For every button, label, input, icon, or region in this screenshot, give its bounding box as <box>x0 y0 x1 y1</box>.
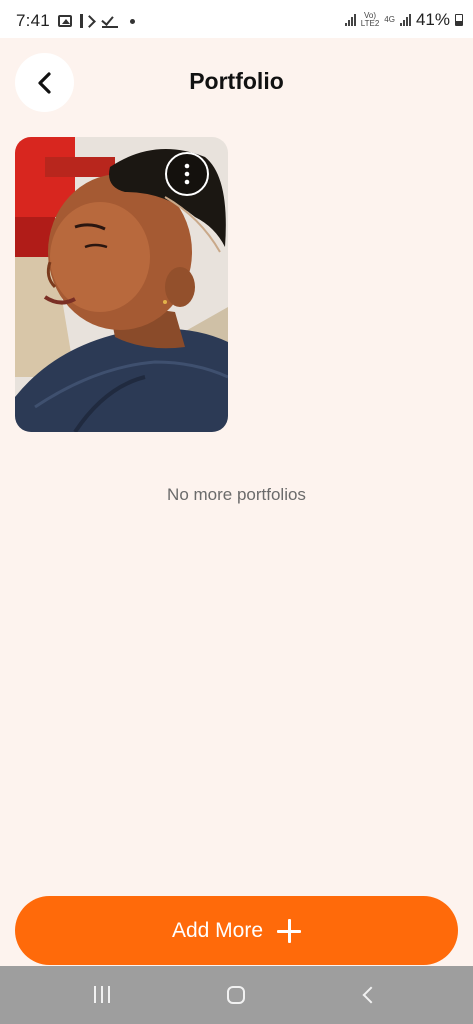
home-button[interactable] <box>221 983 251 1007</box>
add-more-button[interactable]: Add More <box>15 896 458 965</box>
status-bar: 7:41 Vo) LTE2 4G 41% <box>0 0 473 38</box>
recents-button[interactable] <box>88 983 118 1007</box>
system-back-button[interactable] <box>353 983 383 1007</box>
empty-message: No more portfolios <box>167 485 306 504</box>
more-options-button[interactable] <box>165 152 209 196</box>
add-more-label: Add More <box>171 918 264 942</box>
more-notifications-icon <box>129 18 135 24</box>
signal-2-icon <box>399 14 411 26</box>
battery-percent: 41% <box>415 10 450 29</box>
status-left: 7:41 <box>16 11 135 31</box>
network-label-volte: Vo) LTE2 <box>360 11 380 28</box>
status-right: Vo) LTE2 4G 41% <box>344 10 463 30</box>
page-title: Portfolio <box>189 68 284 94</box>
more-vertical-icon <box>184 163 190 185</box>
gallery-icon <box>57 15 72 27</box>
system-nav-bar <box>0 966 473 1024</box>
battery-icon <box>455 14 463 26</box>
download-complete-icon <box>101 14 118 28</box>
plus-icon <box>277 918 302 943</box>
portfolio-item[interactable] <box>15 137 228 432</box>
network-label-4g: 4G <box>384 15 395 24</box>
signal-1-icon <box>344 14 356 26</box>
status-time: 7:41 <box>16 11 50 30</box>
notification-icon <box>79 14 94 28</box>
